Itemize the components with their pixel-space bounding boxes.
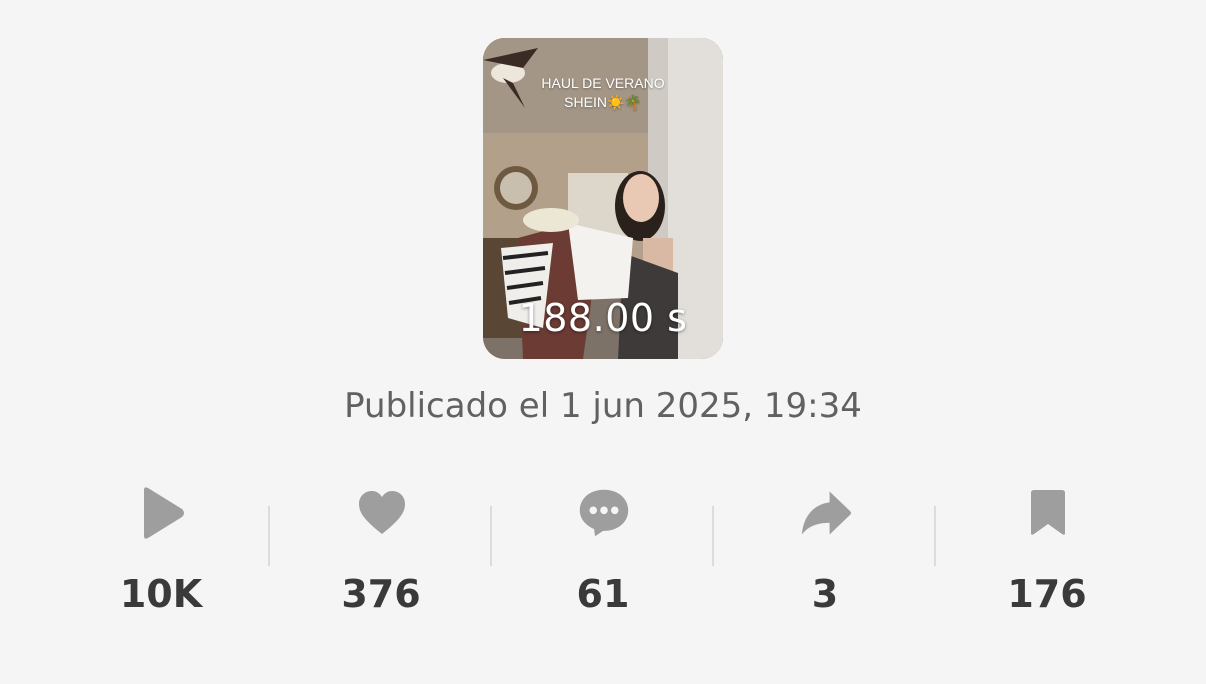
video-caption-line1: HAUL DE VERANO: [541, 75, 665, 91]
plays-count: 10K: [119, 572, 203, 616]
video-caption-line2: SHEIN☀️🌴: [564, 94, 642, 110]
play-icon: [136, 484, 188, 542]
published-date: Publicado el 1 jun 2025, 19:34: [344, 386, 862, 426]
stat-likes: 376: [270, 480, 492, 620]
stat-shares: 3: [714, 480, 936, 620]
shares-count: 3: [811, 572, 839, 616]
video-stats-page: HAUL DE VERANO SHEIN☀️🌴 188.00 s Publica…: [0, 0, 1206, 684]
share-arrow-icon: [800, 484, 852, 542]
video-duration: 188.00 s: [518, 296, 688, 340]
video-caption: HAUL DE VERANO SHEIN☀️🌴: [483, 74, 723, 112]
bookmark-icon: [1022, 484, 1074, 542]
saves-count: 176: [1007, 572, 1087, 616]
stat-plays: 10K: [50, 480, 272, 620]
comment-icon: [578, 484, 630, 542]
stat-saves: 176: [936, 480, 1158, 620]
video-thumbnail[interactable]: HAUL DE VERANO SHEIN☀️🌴 188.00 s: [483, 38, 723, 359]
stat-comments: 61: [492, 480, 714, 620]
stats-row: 10K 376 61 3 176: [50, 480, 1160, 620]
comments-count: 61: [576, 572, 630, 616]
likes-count: 376: [341, 572, 421, 616]
heart-icon: [356, 484, 408, 542]
